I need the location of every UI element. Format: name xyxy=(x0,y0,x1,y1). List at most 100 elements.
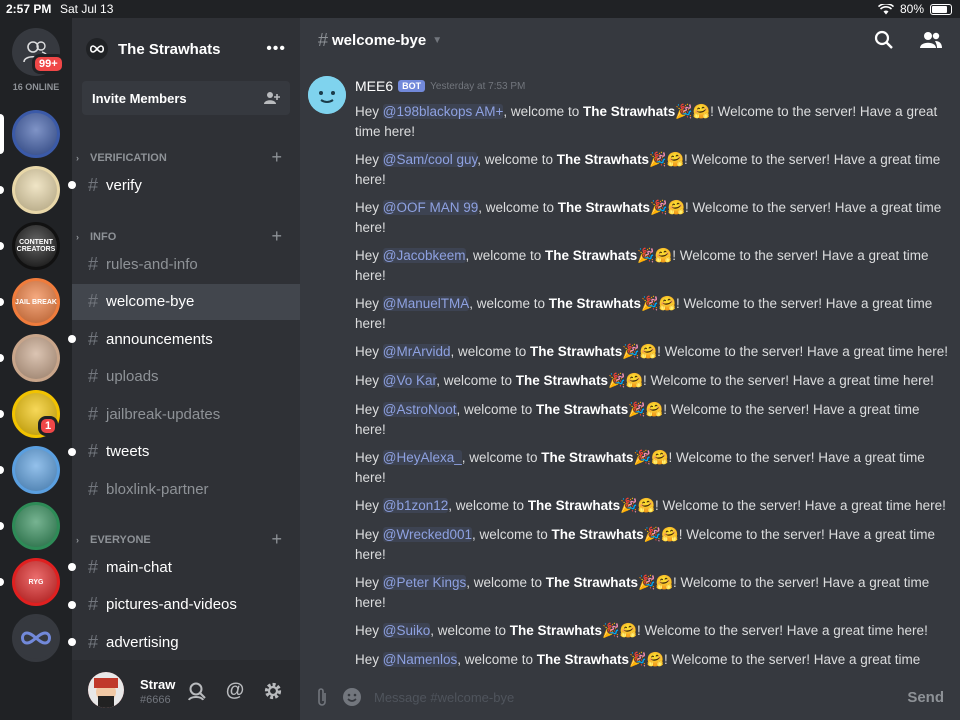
message-text: , welcome to xyxy=(478,200,558,215)
search-members-icon[interactable] xyxy=(186,680,208,702)
add-channel-icon[interactable]: + xyxy=(271,147,282,168)
more-options-icon[interactable]: ••• xyxy=(266,40,286,58)
server-unread-dot xyxy=(0,410,4,418)
server-artwork xyxy=(15,337,57,379)
server-icon-5[interactable] xyxy=(12,334,60,382)
user-mention[interactable]: @Peter Kings xyxy=(382,575,467,590)
message-text: ! Welcome to the server! Have a great ti… xyxy=(663,402,920,417)
send-button[interactable]: Send xyxy=(907,689,944,706)
message-text: ! Welcome to the server! Have a great ti… xyxy=(672,248,929,263)
message-text: Hey xyxy=(355,200,383,215)
status-time: 2:57 PM xyxy=(6,2,52,16)
emoji-picker-icon[interactable] xyxy=(340,685,364,709)
channel-label: jailbreak-updates xyxy=(106,405,221,423)
message-text: ! Welcome to the server! Have a great ti… xyxy=(657,344,949,359)
status-right: 80% xyxy=(877,2,952,16)
channel-bloxlink-partner[interactable]: # bloxlink-partner xyxy=(72,471,300,507)
server-name-bold: The Strawhats xyxy=(551,527,644,542)
add-channel-icon[interactable]: + xyxy=(271,226,282,247)
battery-icon xyxy=(930,3,952,15)
server-icon-3[interactable]: CONTENT CREATORS xyxy=(12,222,60,270)
category-everyone[interactable]: › EVERYONE + xyxy=(72,529,300,550)
message-text: ! Welcome to the server! Have a great ti… xyxy=(668,450,925,465)
message-text: Hey xyxy=(355,402,383,417)
gear-icon[interactable] xyxy=(262,680,284,702)
channel-rules-and-info[interactable]: # rules-and-info xyxy=(72,246,300,282)
welcome-message: Hey @OOF MAN 99, welcome to The Strawhat… xyxy=(355,198,953,238)
user-avatar[interactable] xyxy=(88,672,124,708)
user-mention[interactable]: @b1zon12 xyxy=(382,498,449,513)
user-name: Straw xyxy=(140,677,176,692)
server-icon-4[interactable]: JAIL BREAK xyxy=(12,278,60,326)
message-text: here! xyxy=(355,220,386,235)
party-hug-emoji: 🎉🤗 xyxy=(638,574,673,590)
user-mention[interactable]: @Suiko xyxy=(382,623,431,638)
channel-label: main-chat xyxy=(106,558,172,576)
chevron-right-icon: › xyxy=(76,153,79,163)
message-text: Hey xyxy=(355,450,383,465)
channel-verify[interactable]: # verify xyxy=(68,167,300,203)
guild-header[interactable]: The Strawhats ••• xyxy=(72,18,300,80)
user-mention[interactable]: @198blackops AM+ xyxy=(382,104,504,119)
message-text: ! Welcome to the server! Have a great ti… xyxy=(678,527,936,542)
user-mention[interactable]: @ManuelTMA xyxy=(382,296,470,311)
server-icon-1[interactable] xyxy=(12,110,60,158)
channel-sidebar: The Strawhats ••• Invite Members › VERIFI… xyxy=(68,18,300,720)
server-artwork: JAIL BREAK xyxy=(15,281,57,323)
user-mention[interactable]: @OOF MAN 99 xyxy=(382,200,479,215)
message-header: MEE6 BOT Yesterday at 7:53 PM xyxy=(355,78,525,94)
channel-uploads[interactable]: # uploads xyxy=(72,359,300,395)
user-mention[interactable]: @Namenlos xyxy=(382,652,458,667)
message-text: here! xyxy=(355,470,386,485)
message-list[interactable]: MEE6 BOT Yesterday at 7:53 PM Hey @198bl… xyxy=(300,74,960,674)
unread-dot xyxy=(68,447,76,456)
category-verification[interactable]: › VERIFICATION + xyxy=(72,147,300,168)
channel-tweets[interactable]: # tweets xyxy=(68,434,300,470)
channel-label: verify xyxy=(106,176,142,194)
message-text: , welcome to xyxy=(450,344,531,359)
server-icon-9[interactable]: RYG xyxy=(12,558,60,606)
unread-dot xyxy=(68,563,76,571)
bot-badge: BOT xyxy=(398,80,426,92)
server-name-bold: The Strawhats xyxy=(509,623,603,638)
welcome-message: Hey @Peter Kings, welcome to The Strawha… xyxy=(355,573,953,613)
channel-advertising[interactable]: # advertising xyxy=(68,624,300,660)
add-channel-icon[interactable]: + xyxy=(271,529,282,550)
channel-jailbreak-updates[interactable]: # jailbreak-updates xyxy=(72,396,300,432)
message-text: , welcome to xyxy=(469,296,549,311)
channel-title[interactable]: welcome-bye xyxy=(332,32,426,49)
user-mention[interactable]: @HeyAlexa_ xyxy=(382,450,462,465)
channel-main-chat[interactable]: # main-chat xyxy=(68,549,300,585)
server-icon-7[interactable] xyxy=(12,446,60,494)
mentions-icon[interactable]: @ xyxy=(224,680,246,702)
message-text: ! Welcome to the server! Have a great xyxy=(710,104,938,119)
member-list-icon[interactable] xyxy=(920,30,942,55)
server-icon-8[interactable] xyxy=(12,502,60,550)
search-icon[interactable] xyxy=(874,30,894,55)
server-icon-2[interactable] xyxy=(12,166,60,214)
guild-name: The Strawhats xyxy=(118,40,221,58)
paperclip-icon[interactable] xyxy=(310,685,334,709)
ios-status-bar: 2:57 PM Sat Jul 13 80% xyxy=(0,0,960,18)
chevron-down-icon[interactable]: ▼ xyxy=(432,35,442,46)
message-text: , welcome to xyxy=(466,575,546,590)
invite-members-button[interactable]: Invite Members xyxy=(82,81,290,115)
welcome-message: Hey @AstroNoot, welcome to The Strawhats… xyxy=(355,400,953,440)
message-input[interactable] xyxy=(370,689,908,705)
user-mention[interactable]: @Jacobkeem xyxy=(382,248,466,263)
channel-label: welcome-bye xyxy=(106,293,195,310)
channel-label: pictures-and-videos xyxy=(106,596,237,613)
channel-announcements[interactable]: # announcements xyxy=(68,321,300,357)
channel-welcome-bye[interactable]: # welcome-bye xyxy=(72,283,300,320)
user-mention[interactable]: @MrArvidd xyxy=(382,344,451,359)
category-info[interactable]: › INFO + xyxy=(72,226,300,247)
server-icon-10[interactable] xyxy=(12,614,60,662)
user-mention[interactable]: @Wrecked001 xyxy=(382,527,473,542)
mee6-avatar[interactable] xyxy=(308,76,346,114)
channel-pictures-and-videos[interactable]: # pictures-and-videos xyxy=(68,587,300,623)
user-mention[interactable]: @AstroNoot xyxy=(382,402,457,417)
message-author[interactable]: MEE6 xyxy=(355,78,393,94)
channel-hash-icon: # xyxy=(318,29,329,50)
user-mention[interactable]: @Vo Kar xyxy=(382,373,437,388)
user-mention[interactable]: @Sam/cool guy xyxy=(382,152,478,167)
